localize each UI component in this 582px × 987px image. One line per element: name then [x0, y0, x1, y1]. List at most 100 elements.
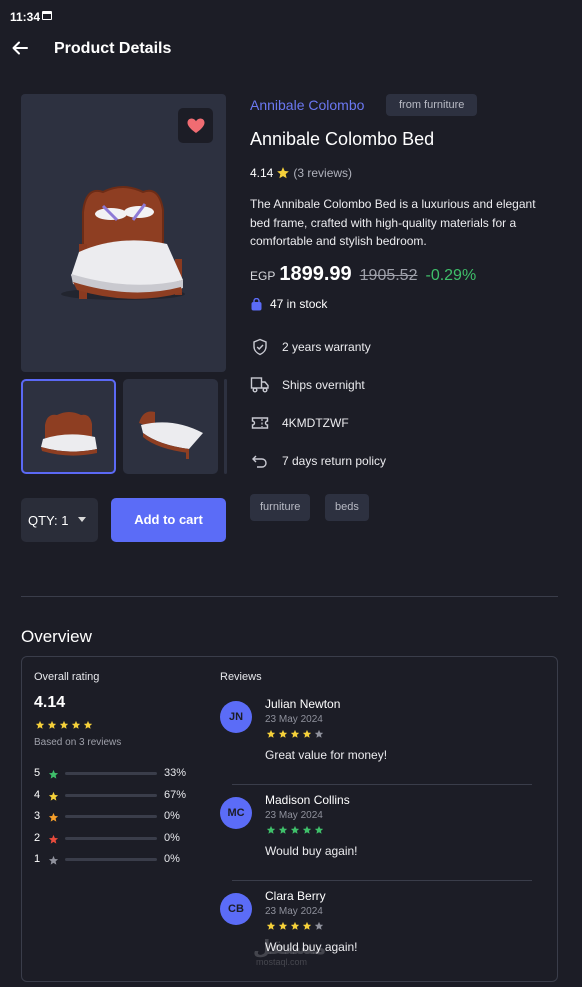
notification-icon: [42, 11, 52, 20]
status-time: 11:34: [10, 10, 41, 24]
distribution-star-number: 4: [34, 789, 41, 801]
distribution-star-number: 1: [34, 853, 41, 865]
rating-distribution-row: 1 0%: [34, 853, 194, 867]
rating-distribution-row: 5 33%: [34, 767, 194, 781]
star-icon: [266, 825, 276, 834]
distribution-percent: 0%: [164, 810, 180, 822]
page-title: Product Details: [54, 40, 172, 57]
distribution-bar: [65, 815, 157, 818]
feature-label: 2 years warranty: [282, 340, 371, 354]
back-button[interactable]: [10, 38, 30, 58]
distribution-bar: [65, 858, 157, 861]
distribution-bar: [65, 837, 157, 840]
star-icon: [314, 825, 324, 834]
product-thumbnail-3[interactable]: [224, 379, 227, 474]
review-text: Great value for money!: [265, 748, 388, 762]
product-thumbnail-1[interactable]: [21, 379, 116, 474]
product-title: Annibale Colombo Bed: [250, 129, 435, 149]
rating-value: 4.14: [250, 166, 274, 180]
product-description: The Annibale Colombo Bed is a luxurious …: [250, 197, 536, 248]
product-brand-link[interactable]: Annibale Colombo: [250, 97, 364, 113]
star-icon: [290, 825, 300, 834]
star-icon: [314, 729, 324, 738]
star-icon: [290, 921, 300, 930]
review-stars: [266, 729, 324, 739]
review-text: Would buy again!: [265, 844, 358, 858]
star-icon: [278, 729, 288, 738]
avatar: MC: [220, 797, 252, 829]
star-icon: [48, 791, 59, 805]
review-divider: [232, 880, 532, 881]
product-thumbnail-2[interactable]: [123, 379, 218, 474]
app-bar: Product Details: [0, 34, 582, 64]
heart-icon: [187, 118, 204, 133]
discount-percent: -0.29%: [425, 267, 477, 284]
distribution-star-number: 3: [34, 810, 41, 822]
star-icon: [48, 769, 59, 783]
quantity-select[interactable]: QTY: 1: [21, 498, 98, 542]
stock-status: 47 in stock: [250, 297, 327, 311]
add-to-cart-button[interactable]: Add to cart: [111, 498, 226, 542]
shopping-bag-icon: [251, 297, 262, 310]
star-icon: [278, 825, 288, 834]
category-chip[interactable]: from furniture: [386, 94, 478, 116]
star-icon: [48, 812, 59, 822]
tag-chip[interactable]: furniture: [250, 494, 311, 521]
feature-shipping: Ships overnight: [250, 375, 550, 395]
rating-distribution-row: 2 0%: [34, 832, 194, 846]
distribution-bar: [65, 772, 157, 775]
star-icon: [266, 729, 276, 738]
status-bar: 11:34: [0, 0, 582, 34]
watermark-url: mostaql.com: [256, 957, 308, 967]
star-icon: [71, 720, 81, 729]
review-date: 23 May 2024: [265, 810, 323, 821]
star-icon: [277, 167, 290, 179]
star-icon: [83, 720, 93, 729]
star-icon: [48, 855, 59, 869]
review-stars: [266, 921, 324, 931]
old-price: 1905.52: [359, 267, 418, 284]
feature-label: Ships overnight: [282, 378, 365, 392]
star-icon: [278, 921, 288, 930]
star-icon: [59, 720, 69, 729]
feature-label: 7 days return policy: [282, 454, 387, 468]
chevron-down-icon: [78, 517, 86, 522]
based-on-label: Based on 3 reviews: [34, 737, 122, 748]
star-icon: [302, 825, 312, 834]
star-icon: [48, 855, 59, 865]
star-icon: [48, 834, 59, 848]
overall-rating-label: Overall rating: [34, 671, 100, 683]
star-icon: [47, 720, 57, 729]
current-price: 1899.99: [279, 263, 352, 285]
feature-code: 4KMDTZWF: [250, 413, 550, 433]
feature-warranty: 2 years warranty: [250, 337, 550, 357]
quantity-label: QTY: 1: [28, 513, 69, 528]
reviews-label: Reviews: [220, 671, 262, 683]
favorite-button[interactable]: [178, 108, 213, 143]
reviewer-name: Clara Berry: [265, 889, 326, 903]
product-rating: 4.14 (3 reviews): [250, 166, 352, 180]
star-icon: [302, 921, 312, 930]
shield-check-icon: [250, 337, 270, 357]
review-divider: [232, 784, 532, 785]
feature-return-policy: 7 days return policy: [250, 451, 550, 471]
star-icon: [48, 834, 59, 844]
feature-label: 4KMDTZWF: [282, 416, 349, 430]
arrow-left-icon: [12, 41, 28, 55]
distribution-percent: 0%: [164, 853, 180, 865]
star-icon: [48, 769, 59, 779]
reviews-count: (3 reviews): [293, 166, 353, 180]
truck-icon: [250, 375, 270, 395]
distribution-percent: 33%: [164, 767, 187, 779]
avatar: CB: [220, 893, 252, 925]
bed-thumbnail-image: [41, 412, 97, 456]
reviewer-name: Julian Newton: [265, 697, 341, 711]
tag-chip[interactable]: beds: [325, 494, 369, 521]
star-icon: [314, 921, 324, 930]
avatar: JN: [220, 701, 252, 733]
distribution-bar: [65, 794, 157, 797]
star-icon: [266, 921, 276, 930]
star-icon: [48, 812, 59, 826]
star-icon: [290, 729, 300, 738]
overall-rating-stars: [35, 720, 93, 730]
